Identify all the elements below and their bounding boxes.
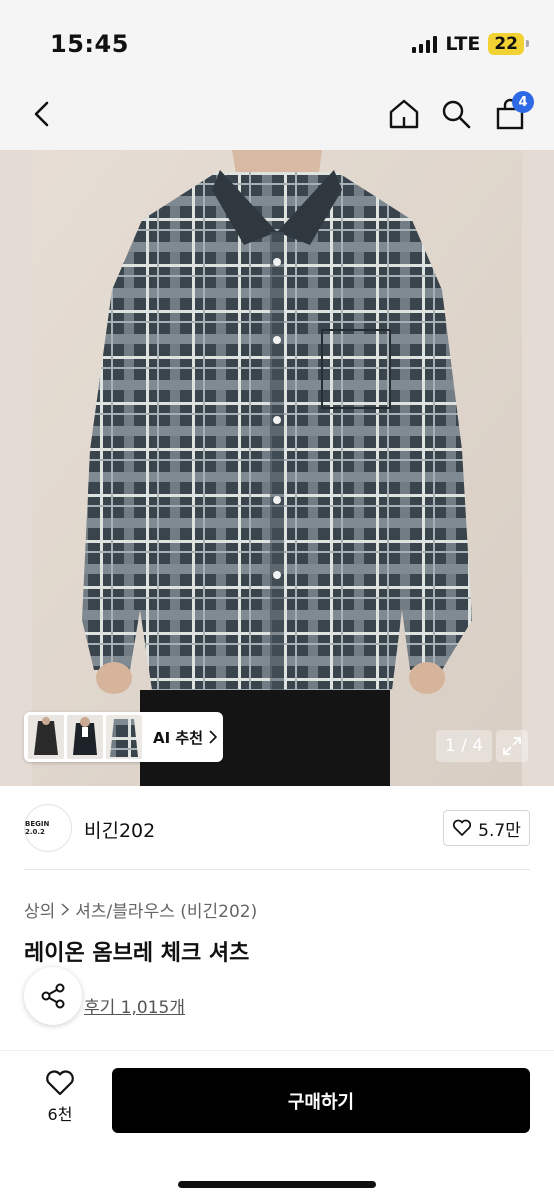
ai-recommend-link[interactable]: AI 추천 <box>153 727 218 748</box>
status-indicators: LTE 22 <box>412 33 529 55</box>
heart-icon <box>453 819 472 836</box>
breadcrumb-category[interactable]: 상의 <box>24 897 55 922</box>
signal-icon <box>412 35 438 53</box>
share-button[interactable] <box>24 967 82 1025</box>
share-icon <box>41 983 65 1009</box>
breadcrumb: 상의 셔츠/블라우스 (비긴202) <box>24 897 257 922</box>
review-count-link[interactable]: 후기 1,015개 <box>84 993 185 1018</box>
search-icon <box>442 100 471 129</box>
battery-indicator: 22 <box>488 33 529 55</box>
bottom-action-bar: 6천 구매하기 <box>0 1050 554 1200</box>
wishlist-button[interactable]: 6천 <box>30 1069 90 1129</box>
brand-like-button[interactable]: 5.7만 <box>443 810 530 846</box>
expand-icon <box>503 737 521 755</box>
recommend-thumbnail[interactable] <box>28 715 64 759</box>
recommend-thumbnail[interactable] <box>67 715 103 759</box>
back-icon <box>34 101 49 127</box>
search-button[interactable] <box>436 94 476 134</box>
heart-icon <box>46 1070 74 1096</box>
recommend-thumbnail[interactable] <box>106 715 142 759</box>
home-button[interactable] <box>384 94 424 134</box>
product-image-gallery[interactable]: AI 추천 1 / 4 <box>0 150 554 786</box>
brand-like-count: 5.7만 <box>478 820 521 841</box>
image-page-counter: 1 / 4 <box>436 730 492 762</box>
cart-count-badge: 4 <box>512 91 534 113</box>
network-label: LTE <box>445 33 481 55</box>
wishlist-count: 6천 <box>47 1105 73 1124</box>
back-button[interactable] <box>22 94 62 134</box>
chevron-right-icon <box>209 730 218 744</box>
buy-button[interactable]: 구매하기 <box>112 1068 530 1133</box>
divider <box>24 869 530 870</box>
cart-button[interactable]: 4 <box>490 91 534 134</box>
product-title: 레이온 옴브레 체크 셔츠 <box>24 941 250 966</box>
home-icon <box>389 99 419 129</box>
status-time: 15:45 <box>50 30 129 58</box>
brand-name[interactable]: 비긴202 <box>84 816 155 843</box>
ai-recommend-label: AI 추천 <box>153 728 204 747</box>
ai-recommend-card[interactable]: AI 추천 <box>24 712 223 762</box>
brand-row: BEGIN 2.0.2 비긴202 5.7만 <box>24 800 530 856</box>
nav-header: 4 <box>0 84 554 150</box>
brand-logo[interactable]: BEGIN 2.0.2 <box>24 804 72 852</box>
chevron-right-icon <box>61 903 70 916</box>
home-indicator <box>178 1181 376 1188</box>
status-bar: 15:45 LTE 22 <box>0 0 554 84</box>
product-photo <box>32 150 522 786</box>
expand-image-button[interactable] <box>496 730 528 762</box>
breadcrumb-subcategory[interactable]: 셔츠/블라우스 (비긴202) <box>75 897 257 922</box>
